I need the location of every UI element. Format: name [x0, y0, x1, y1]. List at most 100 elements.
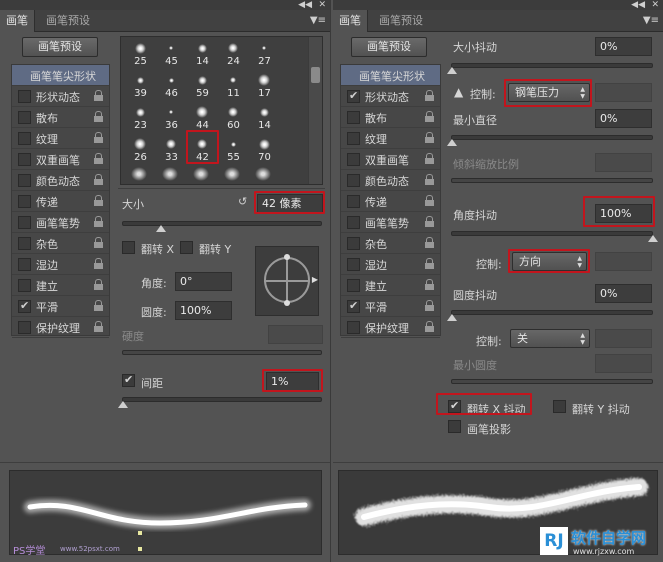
flip-x-checkbox[interactable] — [122, 241, 135, 254]
lock-icon[interactable] — [94, 300, 103, 311]
settings-item-checkbox[interactable] — [18, 237, 31, 250]
settings-item[interactable]: 颜色动态 — [12, 170, 109, 191]
settings-item-checkbox[interactable] — [347, 237, 360, 250]
settings-item[interactable]: 颜色动态 — [341, 170, 440, 191]
settings-item-checkbox[interactable] — [18, 90, 31, 103]
brush-tip[interactable]: 14 — [249, 103, 280, 135]
settings-item[interactable]: 传递 — [12, 191, 109, 212]
roundness-handle-bottom[interactable] — [284, 300, 290, 306]
brush-tip[interactable]: 55 — [218, 135, 249, 167]
min-diameter-track[interactable] — [451, 135, 653, 140]
angle-roundness-widget[interactable]: ▶ — [255, 246, 319, 316]
lock-icon[interactable] — [425, 195, 434, 206]
spacing-checkbox[interactable] — [122, 373, 135, 387]
settings-item[interactable]: 保护纹理 — [341, 317, 440, 338]
lock-icon[interactable] — [94, 111, 103, 122]
grid-scroll-thumb[interactable] — [311, 67, 320, 83]
roundness-jitter-thumb[interactable] — [447, 314, 457, 321]
lock-icon[interactable] — [94, 321, 103, 332]
settings-item-checkbox[interactable] — [18, 132, 31, 145]
tab-brush-presets[interactable]: 画笔预设 — [40, 10, 96, 32]
lock-icon[interactable] — [425, 321, 434, 332]
settings-item[interactable]: 画笔笔尖形状 — [12, 65, 109, 86]
settings-item[interactable]: 双重画笔 — [341, 149, 440, 170]
roundness-jitter-track[interactable] — [451, 310, 653, 315]
brush-tip[interactable]: 14 — [187, 39, 218, 71]
settings-item[interactable]: 湿边 — [12, 254, 109, 275]
settings-item[interactable]: 画笔笔势 — [12, 212, 109, 233]
close-icon[interactable]: ✕ — [651, 0, 659, 10]
settings-item[interactable]: 形状动态 — [341, 86, 440, 107]
settings-item-checkbox[interactable] — [347, 174, 360, 187]
brush-tip-thumbnail[interactable] — [224, 167, 240, 181]
lock-icon[interactable] — [425, 111, 434, 122]
brush-tip[interactable]: 33 — [156, 135, 187, 167]
settings-item-checkbox[interactable] — [18, 174, 31, 187]
lock-icon[interactable] — [94, 153, 103, 164]
settings-item[interactable]: 双重画笔 — [12, 149, 109, 170]
flip-y-jitter-checkbox[interactable] — [553, 400, 566, 413]
brush-tip-thumbnail[interactable] — [131, 167, 147, 181]
brush-tip[interactable]: 46 — [156, 71, 187, 103]
settings-item-checkbox[interactable] — [347, 89, 360, 103]
size-jitter-thumb[interactable] — [447, 67, 457, 74]
lock-icon[interactable] — [425, 279, 434, 290]
settings-item-checkbox[interactable] — [347, 299, 360, 313]
lock-icon[interactable] — [425, 153, 434, 164]
brush-tip[interactable]: 59 — [187, 71, 218, 103]
lock-icon[interactable] — [94, 90, 103, 101]
lock-icon[interactable] — [94, 132, 103, 143]
roundness-jitter-field[interactable]: 0% — [595, 284, 652, 303]
brush-tip[interactable]: 25 — [125, 39, 156, 71]
brush-tip[interactable]: 45 — [156, 39, 187, 71]
brush-tip[interactable]: 70 — [249, 135, 280, 167]
settings-item[interactable]: 保护纹理 — [12, 317, 109, 338]
tab-brush[interactable]: 画笔 — [0, 10, 35, 32]
settings-item-checkbox[interactable] — [347, 258, 360, 271]
close-icon[interactable]: ✕ — [318, 0, 326, 10]
lock-icon[interactable] — [94, 174, 103, 185]
settings-item[interactable]: 湿边 — [341, 254, 440, 275]
brush-tip[interactable]: 17 — [249, 71, 280, 103]
panel-menu-icon[interactable]: ▼≡ — [310, 16, 326, 26]
lock-icon[interactable] — [94, 216, 103, 227]
tab-brush[interactable]: 画笔 — [333, 10, 368, 32]
brush-tip-thumbnail[interactable] — [193, 167, 209, 181]
lock-icon[interactable] — [94, 258, 103, 269]
settings-item[interactable]: 形状动态 — [12, 86, 109, 107]
lock-icon[interactable] — [425, 174, 434, 185]
settings-item-checkbox[interactable] — [18, 111, 31, 124]
lock-icon[interactable] — [425, 90, 434, 101]
brush-tip[interactable]: 39 — [125, 71, 156, 103]
settings-item-checkbox[interactable] — [18, 279, 31, 292]
lock-icon[interactable] — [425, 258, 434, 269]
settings-item-checkbox[interactable] — [18, 195, 31, 208]
settings-item-checkbox[interactable] — [347, 195, 360, 208]
brush-tip[interactable]: 23 — [125, 103, 156, 135]
angle-arrow-icon[interactable]: ▶ — [312, 275, 318, 284]
flip-y-checkbox[interactable] — [180, 241, 193, 254]
brush-presets-button[interactable]: 画笔预设 — [22, 37, 98, 57]
settings-item-checkbox[interactable] — [347, 321, 360, 334]
tab-brush-presets[interactable]: 画笔预设 — [373, 10, 429, 32]
settings-item[interactable]: 纹理 — [341, 128, 440, 149]
reset-size-icon[interactable]: ↺ — [238, 196, 247, 207]
settings-item-checkbox[interactable] — [18, 153, 31, 166]
collapse-icon[interactable]: ◀◀ — [298, 0, 312, 10]
settings-item[interactable]: 画笔笔尖形状 — [341, 65, 440, 86]
settings-item-checkbox[interactable] — [347, 279, 360, 292]
brush-tip-thumbnail[interactable] — [255, 167, 271, 181]
brush-tip-thumbnail[interactable] — [162, 167, 178, 181]
settings-item[interactable]: 建立 — [12, 275, 109, 296]
brush-tip[interactable]: 11 — [218, 71, 249, 103]
spacing-slider-track[interactable] — [122, 397, 322, 402]
brush-tip[interactable]: 26 — [125, 135, 156, 167]
size-slider-thumb[interactable] — [156, 225, 166, 232]
spacing-slider-thumb[interactable] — [118, 401, 128, 408]
settings-item-checkbox[interactable] — [18, 216, 31, 229]
min-diameter-thumb[interactable] — [447, 139, 457, 146]
roundness-handle-top[interactable] — [284, 254, 290, 260]
brush-tip[interactable]: 27 — [249, 39, 280, 71]
settings-item-checkbox[interactable] — [347, 216, 360, 229]
angle-jitter-track[interactable] — [451, 231, 653, 236]
